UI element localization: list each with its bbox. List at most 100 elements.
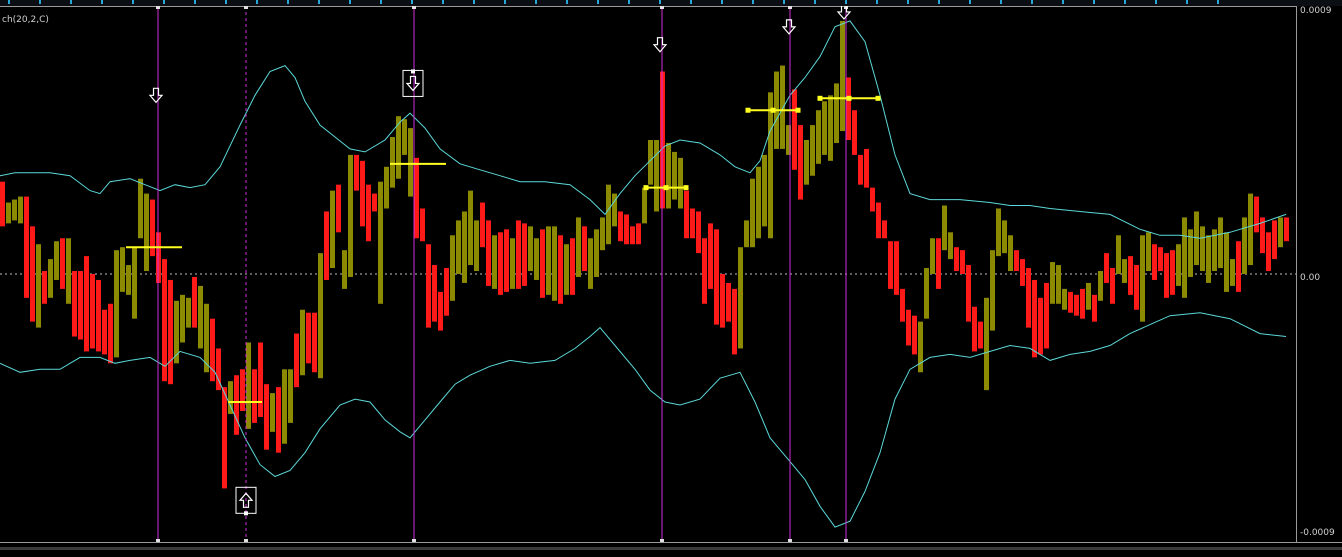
- top-strip-tick: [70, 0, 72, 4]
- vertical-marker-handle: [156, 6, 160, 9]
- histogram-bar-up: [330, 190, 335, 269]
- indicator-plot-area[interactable]: ch(20,2,C): [0, 4, 1296, 542]
- level-point: [817, 95, 823, 101]
- top-strip-tick: [504, 0, 506, 4]
- histogram-bar-down: [420, 208, 425, 242]
- histogram-bar-down: [540, 229, 545, 298]
- histogram-bar-up: [120, 247, 125, 292]
- histogram-bar-down: [630, 226, 635, 245]
- histogram-bar-up: [1230, 259, 1235, 286]
- histogram-bar-up: [546, 226, 551, 295]
- arrow-box-handle: [244, 511, 248, 516]
- histogram-bar-down: [276, 387, 281, 453]
- histogram-bar-up: [576, 217, 581, 277]
- histogram-bar-down: [906, 309, 911, 346]
- arrow-down-icon: [405, 75, 421, 92]
- histogram-bar-up: [1098, 271, 1103, 301]
- histogram-bar-up: [270, 393, 275, 432]
- level-point: [846, 95, 852, 101]
- histogram-bar-down: [858, 154, 863, 185]
- top-strip-tick: [1093, 0, 1095, 4]
- histogram-bar-down: [1080, 288, 1085, 319]
- top-strip-tick: [349, 0, 351, 4]
- histogram-bar-down: [726, 282, 731, 322]
- horizontal-scrollbar[interactable]: [0, 542, 1342, 557]
- histogram-bar-up: [834, 83, 839, 143]
- histogram-bar-up: [384, 166, 389, 209]
- histogram-bar-down: [1032, 279, 1037, 358]
- histogram-bar-down: [438, 291, 443, 331]
- top-strip-tick: [473, 0, 475, 4]
- top-strip-tick: [566, 0, 568, 4]
- histogram-bar-up: [600, 217, 605, 251]
- arrow-down-icon: [781, 19, 797, 35]
- top-strip-tick: [845, 0, 847, 4]
- scrollbar-track[interactable]: [0, 547, 1342, 550]
- histogram-bar-up: [678, 157, 683, 209]
- histogram-bar-down: [888, 241, 893, 289]
- histogram-bar-up: [1062, 288, 1067, 310]
- histogram-bar-up: [564, 244, 569, 295]
- histogram-bar-up: [654, 140, 659, 212]
- chart-window: ch(20,2,C) 0.0009 0.00 -0.0009: [0, 0, 1342, 557]
- histogram-bar-down: [1044, 282, 1049, 349]
- histogram-bar-up: [1224, 232, 1229, 292]
- histogram-bar-down: [294, 333, 299, 388]
- histogram-bar-down: [486, 220, 491, 286]
- top-strip-tick: [132, 0, 134, 4]
- histogram-bar-down: [708, 223, 713, 289]
- level-point: [643, 185, 649, 191]
- histogram-bar-up: [738, 247, 743, 349]
- histogram-bar-up: [996, 208, 1001, 257]
- histogram-bar-down: [582, 226, 587, 272]
- top-strip-tick: [163, 0, 165, 4]
- histogram-bar-down: [264, 384, 269, 450]
- top-strip-tick: [411, 0, 413, 4]
- histogram-bar-down: [978, 321, 983, 349]
- histogram-bar-down: [168, 279, 173, 385]
- histogram-bar-down: [414, 157, 419, 239]
- histogram-bar-up: [342, 250, 347, 289]
- histogram-bar-up: [666, 142, 671, 209]
- histogram-bar-up: [36, 244, 41, 328]
- level-point: [663, 185, 669, 191]
- histogram-bar-down: [504, 229, 509, 292]
- histogram-bar-up: [1176, 244, 1181, 286]
- histogram-bar-down: [1110, 268, 1115, 304]
- histogram-bar-up: [1242, 217, 1247, 274]
- histogram-bar-down: [498, 232, 503, 295]
- histogram-bar-up: [408, 128, 413, 197]
- histogram-bar-down: [684, 190, 689, 239]
- top-strip-tick: [1031, 0, 1033, 4]
- vertical-marker-handle: [244, 6, 248, 9]
- top-strip-tick: [318, 0, 320, 4]
- histogram-bar-up: [588, 238, 593, 289]
- top-strip-tick: [287, 0, 289, 4]
- histogram-bar-up: [1182, 217, 1187, 298]
- histogram-bar-down: [372, 193, 377, 212]
- histogram-bar-up: [300, 309, 305, 376]
- price-axis[interactable]: 0.0009 0.00 -0.0009: [1296, 6, 1342, 542]
- y-tick-label-top: 0.0009: [1300, 6, 1332, 16]
- histogram-bar-down: [252, 369, 257, 423]
- histogram-bar-down: [258, 342, 263, 417]
- top-strip-tick: [690, 0, 692, 4]
- histogram-bar-up: [510, 238, 515, 289]
- histogram-bar-down: [1134, 265, 1139, 310]
- histogram-bar-down: [432, 265, 437, 322]
- histogram-bar-down: [522, 223, 527, 286]
- histogram-bar-up: [12, 199, 17, 221]
- histogram-bar-up: [768, 92, 773, 239]
- y-tick-label-zero: 0.00: [1300, 273, 1321, 283]
- histogram-bar-down: [966, 265, 971, 322]
- histogram-bar-down: [1272, 220, 1277, 260]
- histogram-bar-down: [1284, 217, 1289, 242]
- histogram-bar-up: [492, 235, 497, 289]
- arrow-down-icon: [652, 37, 668, 53]
- histogram-bar-down: [354, 154, 359, 191]
- histogram-bar-up: [474, 220, 479, 272]
- histogram-bar-down: [516, 220, 521, 289]
- histogram-bar-down: [852, 110, 857, 155]
- histogram-bar-up: [990, 250, 995, 331]
- histogram-bar-down: [0, 181, 5, 227]
